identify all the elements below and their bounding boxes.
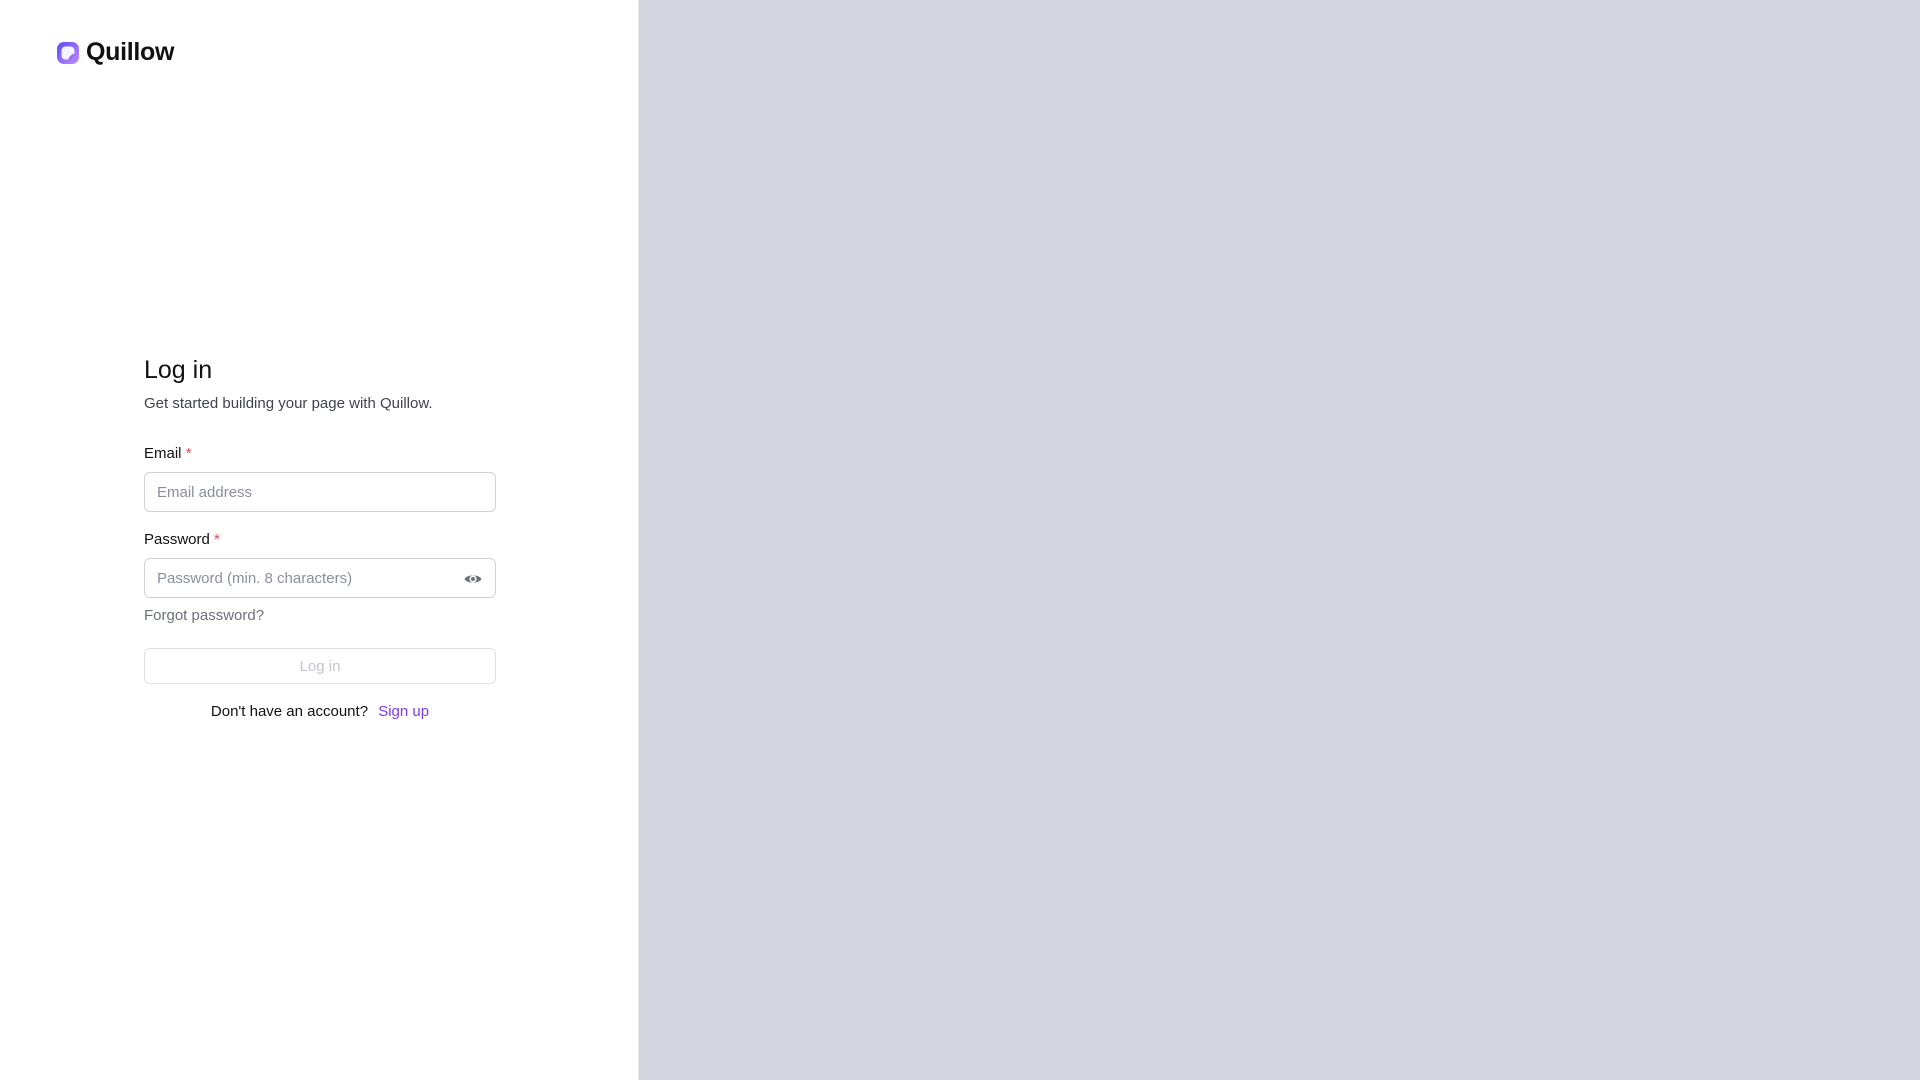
login-panel: Quillow Log in Get started building your…: [0, 0, 639, 1080]
password-required-mark: *: [214, 531, 220, 548]
page-subtitle: Get started building your page with Quil…: [144, 395, 433, 412]
signup-link[interactable]: Sign up: [378, 703, 429, 720]
brand-home-link[interactable]: Quillow: [56, 38, 174, 67]
illustration-panel: [639, 0, 1920, 1080]
eye-icon[interactable]: [463, 569, 483, 589]
login-button[interactable]: Log in: [144, 648, 496, 684]
brand-name: Quillow: [86, 38, 175, 66]
quillow-logo-icon: [56, 41, 80, 65]
password-label: Password *: [144, 530, 496, 550]
page-title: Log in: [144, 356, 213, 384]
forgot-password-link[interactable]: Forgot password?: [144, 606, 264, 626]
email-label-text: Email: [144, 445, 182, 462]
password-label-text: Password: [144, 531, 210, 548]
login-page: Quillow Log in Get started building your…: [0, 0, 1920, 1080]
signup-row: Don't have an account? Sign up: [144, 702, 496, 722]
signup-prompt: Don't have an account?: [210, 703, 369, 720]
email-label: Email *: [144, 444, 496, 464]
email-required-mark: *: [185, 445, 192, 462]
email-field[interactable]: [145, 473, 495, 511]
email-field-box: [144, 472, 496, 512]
login-form: Log in Get started building your page wi…: [144, 352, 496, 722]
password-field[interactable]: [145, 559, 495, 597]
password-field-box: [144, 558, 496, 598]
